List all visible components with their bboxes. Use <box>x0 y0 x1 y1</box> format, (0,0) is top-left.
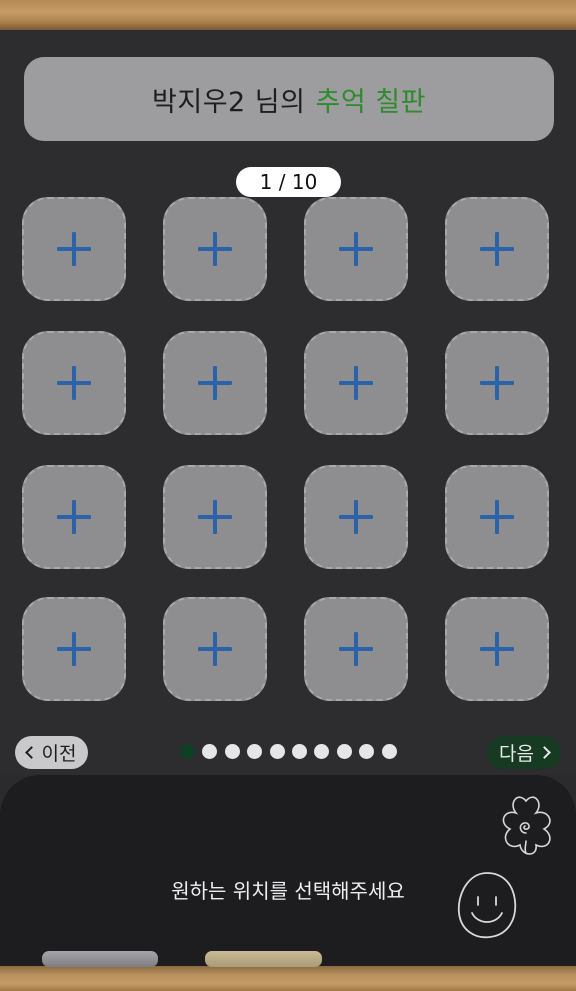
memory-slot[interactable] <box>163 331 267 435</box>
plus-icon <box>198 500 232 534</box>
plus-icon <box>198 232 232 266</box>
title-accent: 추억 칠판 <box>315 86 426 118</box>
plus-icon <box>57 366 91 400</box>
plus-icon <box>339 232 373 266</box>
next-label: 다음 <box>499 743 534 765</box>
plus-icon <box>198 632 232 666</box>
prev-label: 이전 <box>41 743 77 765</box>
memory-slot[interactable] <box>445 597 549 701</box>
plus-icon <box>57 632 91 666</box>
memory-slot[interactable] <box>22 597 126 701</box>
page-dot[interactable] <box>202 744 218 759</box>
memory-slot[interactable] <box>304 331 408 435</box>
slot-grid <box>22 197 550 701</box>
page-dots <box>178 744 398 760</box>
wood-frame-top <box>0 0 576 30</box>
plus-icon <box>480 500 514 534</box>
memory-slot[interactable] <box>304 197 408 301</box>
page-dot[interactable] <box>336 744 352 759</box>
memory-slot[interactable] <box>304 465 408 569</box>
memory-slot[interactable] <box>22 197 126 301</box>
page-dot[interactable] <box>269 744 285 759</box>
memory-slot[interactable] <box>22 331 126 435</box>
page-dot[interactable] <box>359 744 375 759</box>
next-button[interactable]: 다음 <box>487 736 561 769</box>
plus-icon <box>57 232 91 266</box>
chevron-right-icon <box>538 746 551 759</box>
page-title: 박지우2 님의 추억 칠판 <box>24 57 554 141</box>
chevron-left-icon <box>24 746 38 759</box>
page-dot[interactable] <box>381 744 397 759</box>
memory-slot[interactable] <box>304 597 408 701</box>
beige-chalk <box>205 951 322 967</box>
plus-icon <box>57 500 91 534</box>
page-dot[interactable] <box>224 744 240 759</box>
flower-doodle-icon <box>502 796 551 855</box>
page-dot[interactable] <box>314 744 330 759</box>
memory-slot[interactable] <box>445 465 549 569</box>
page-indicator: 1 / 10 <box>236 167 341 197</box>
wood-frame-bottom <box>0 966 576 991</box>
memory-slot[interactable] <box>22 465 126 569</box>
page-dot[interactable] <box>247 744 263 759</box>
memory-slot[interactable] <box>445 331 549 435</box>
plus-icon <box>480 366 514 400</box>
plus-icon <box>198 366 232 400</box>
plus-icon <box>339 366 373 400</box>
plus-icon <box>480 232 514 266</box>
memory-slot[interactable] <box>445 197 549 301</box>
title-prefix: 박지우2 님의 <box>152 86 306 118</box>
memory-slot[interactable] <box>163 197 267 301</box>
chalk-tray: 원하는 위치를 선택해주세요 <box>0 775 576 970</box>
plus-icon <box>339 632 373 666</box>
page-dot[interactable] <box>292 744 307 759</box>
plus-icon <box>339 500 373 534</box>
memory-slot[interactable] <box>163 597 267 701</box>
memory-slot[interactable] <box>163 465 267 569</box>
gray-chalk <box>42 951 158 967</box>
plus-icon <box>480 632 514 666</box>
instruction-text: 원하는 위치를 선택해주세요 <box>171 879 405 903</box>
prev-button[interactable]: 이전 <box>15 736 88 769</box>
page-dot[interactable] <box>180 744 195 759</box>
